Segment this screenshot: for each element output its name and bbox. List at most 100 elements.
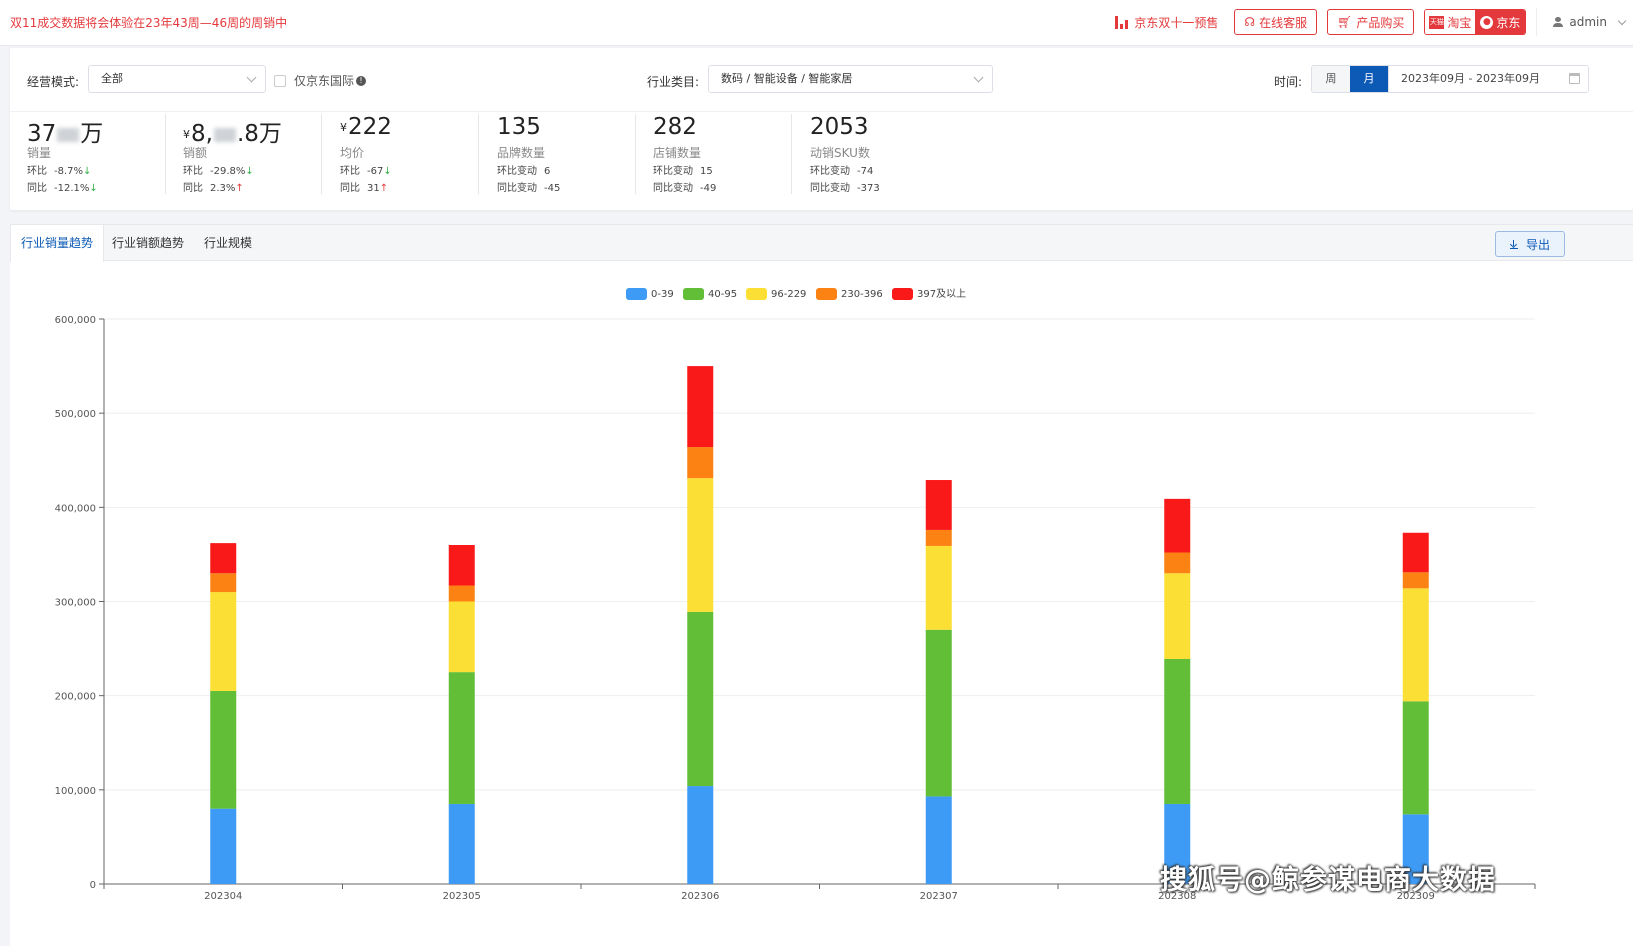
user-icon	[1553, 17, 1564, 27]
y-tick-label: 300,000	[55, 598, 96, 609]
kpi-yoy-key: 同比变动	[653, 183, 693, 194]
kpi-value-suffix: 万	[80, 121, 104, 147]
kpi-mom: 环比 -29.8%↓	[183, 162, 254, 177]
arrow-down-icon: ↓	[83, 166, 92, 177]
mode-select[interactable]: 全部	[88, 65, 266, 93]
top-right-actions: 京东双十一预售 ☊ 在线客服 🛒︎ 产品购买 天猫 淘宝 ● 京东 admin	[1115, 8, 1633, 36]
filter-bar: 经营模式: 全部 仅京东国际 ! 行业类目: 数码 / 智能设备 / 智能家居 …	[10, 48, 1633, 112]
kpi-card: 135 品牌数量 环比变动 6 同比变动 -45	[480, 112, 636, 198]
kpi-yoy: 同比变动 -373	[810, 179, 880, 194]
kpi-mom-value: -29.8%	[210, 166, 246, 177]
kpi-card: 2053 动销SKU数 环比变动 -74 同比变动 -373	[793, 112, 949, 198]
arrow-down-icon: ↓	[245, 166, 254, 177]
online-service-label: 在线客服	[1259, 15, 1308, 30]
platform-switch[interactable]: 天猫 淘宝 ● 京东	[1424, 9, 1527, 35]
chevron-down-icon	[246, 72, 257, 83]
chevron-down-icon	[973, 72, 984, 83]
kpi-label: 销量	[27, 146, 52, 160]
platform-jd[interactable]: ● 京东	[1475, 10, 1526, 34]
top-bar: 双11成交数据将会体验在23年43周—46周的周销中 京东双十一预售 ☊ 在线客…	[0, 0, 1633, 46]
bar-segment-230-396[interactable]	[210, 573, 237, 593]
x-tick-label: 202306	[681, 891, 719, 902]
bar-segment-40-95[interactable]	[687, 611, 714, 787]
legend-label[interactable]: 230-396	[841, 289, 883, 300]
kpi-mom-value: 15	[700, 166, 713, 177]
platform-taobao[interactable]: 天猫 淘宝	[1425, 10, 1476, 34]
legend-swatch[interactable]	[816, 288, 837, 300]
bar-segment-0-39[interactable]	[687, 786, 714, 884]
bar-segment-230-396[interactable]	[687, 447, 714, 479]
bar-segment-0-39[interactable]	[448, 803, 475, 884]
arrow-down-icon: ↓	[383, 166, 392, 177]
kpi-yoy-key: 同比	[183, 183, 203, 194]
legend-label[interactable]: 0-39	[651, 289, 674, 300]
kpi-yoy: 同比 -12.1%↓	[27, 179, 98, 194]
kpi-yoy-key: 同比变动	[810, 183, 850, 194]
kpi-mom-value: -8.7%	[54, 166, 84, 177]
bar-segment-96-229[interactable]	[1402, 588, 1429, 702]
user-menu[interactable]: admin	[1536, 8, 1633, 36]
jd-presale-link[interactable]: 京东双十一预售	[1115, 14, 1218, 31]
legend-label[interactable]: 40-95	[708, 289, 737, 300]
kpi-divider	[791, 114, 792, 194]
y-tick-label: 0	[90, 880, 96, 891]
kpi-divider	[478, 114, 479, 194]
jd-presale-label: 京东双十一预售	[1134, 15, 1219, 30]
date-range-picker[interactable]: 2023年09月 - 2023年09月	[1388, 66, 1588, 92]
info-icon[interactable]: !	[356, 75, 367, 86]
bar-segment-40-95[interactable]	[1402, 701, 1429, 815]
kpi-label: 均价	[340, 146, 365, 160]
bar-segment-397及以上[interactable]	[687, 366, 714, 448]
bar-segment-230-396[interactable]	[1402, 572, 1429, 589]
time-week-button[interactable]: 周	[1312, 66, 1350, 92]
kpi-value: 282	[653, 114, 697, 140]
bar-segment-230-396[interactable]	[448, 585, 475, 602]
bar-segment-397及以上[interactable]	[210, 543, 237, 574]
bar-segment-96-229[interactable]	[1164, 573, 1191, 659]
bar-segment-0-39[interactable]	[925, 796, 952, 884]
kpi-value-part: 282	[653, 114, 697, 140]
legend-swatch[interactable]	[746, 288, 767, 300]
buy-product-button[interactable]: 🛒︎ 产品购买	[1327, 9, 1415, 35]
kpi-mom-key: 环比	[183, 166, 203, 177]
bar-segment-230-396[interactable]	[1164, 552, 1191, 574]
legend-swatch[interactable]	[626, 288, 647, 300]
legend-label[interactable]: 96-229	[771, 289, 806, 300]
y-tick-label: 200,000	[55, 692, 96, 703]
y-tick-label: 500,000	[55, 409, 96, 420]
bar-segment-397及以上[interactable]	[1164, 498, 1191, 553]
kpi-value-part: 222	[348, 114, 392, 140]
bar-segment-230-396[interactable]	[925, 529, 952, 546]
kpi-mom-value: -74	[857, 166, 874, 177]
legend-label[interactable]: 397及以上	[917, 288, 966, 300]
legend-swatch[interactable]	[892, 288, 913, 300]
bar-segment-40-95[interactable]	[448, 672, 475, 804]
online-service-button[interactable]: ☊ 在线客服	[1234, 9, 1318, 35]
category-select[interactable]: 数码 / 智能设备 / 智能家居	[708, 65, 993, 93]
bar-segment-397及以上[interactable]	[925, 480, 952, 530]
bar-segment-397及以上[interactable]	[448, 545, 475, 586]
summary-card: 经营模式: 全部 仅京东国际 ! 行业类目: 数码 / 智能设备 / 智能家居 …	[10, 48, 1633, 210]
bar-segment-40-95[interactable]	[1164, 658, 1191, 804]
kpi-mom: 环比变动 15	[653, 162, 713, 177]
bar-segment-96-229[interactable]	[210, 592, 237, 691]
kpi-yoy: 同比变动 -49	[653, 179, 716, 194]
checkbox-box[interactable]	[274, 74, 286, 87]
kpi-currency: ¥	[340, 121, 347, 134]
legend-swatch[interactable]	[683, 288, 704, 300]
time-month-button[interactable]: 月	[1350, 66, 1388, 92]
kpi-value: ¥222	[340, 114, 392, 140]
category-label: 行业类目:	[647, 75, 700, 89]
bar-segment-96-229[interactable]	[925, 545, 952, 630]
bar-segment-0-39[interactable]	[210, 808, 237, 884]
bar-segment-40-95[interactable]	[925, 629, 952, 797]
bar-segment-96-229[interactable]	[687, 478, 714, 612]
x-tick-label: 202304	[204, 891, 242, 902]
bar-segment-96-229[interactable]	[448, 601, 475, 673]
kpi-yoy-key: 同比	[27, 183, 47, 194]
bar-segment-397及以上[interactable]	[1402, 532, 1429, 573]
jd-intl-checkbox[interactable]: 仅京东国际 !	[274, 72, 367, 89]
bar-segment-40-95[interactable]	[210, 690, 237, 809]
time-selector: 周 月 2023年09月 - 2023年09月	[1311, 65, 1589, 93]
kpi-value: 135	[497, 114, 541, 140]
